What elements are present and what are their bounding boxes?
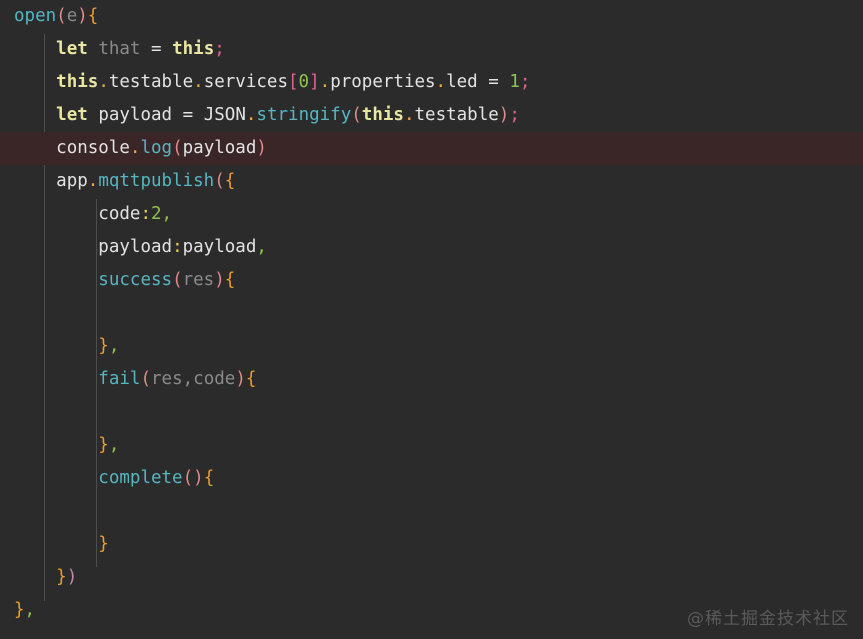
code-line-19[interactable]: },: [0, 594, 863, 627]
code-line-8[interactable]: payload:payload,: [0, 231, 863, 264]
code-line-6[interactable]: app.mqttpublish({: [0, 165, 863, 198]
code-line-17[interactable]: }: [0, 528, 863, 561]
code-line-13-empty[interactable]: [0, 396, 863, 429]
code-line-9[interactable]: success(res){: [0, 264, 863, 297]
code-line-5-highlighted[interactable]: console.log(payload): [0, 132, 863, 165]
code-line-7[interactable]: code:2,: [0, 198, 863, 231]
code-line-16-empty[interactable]: [0, 495, 863, 528]
code-line-15[interactable]: complete(){: [0, 462, 863, 495]
code-line-10-empty[interactable]: [0, 297, 863, 330]
code-line-3[interactable]: this.testable.services[0].properties.led…: [0, 66, 863, 99]
code-editor[interactable]: open(e){open(e){ let that = this; this.t…: [0, 0, 863, 639]
code-line-18[interactable]: }): [0, 561, 863, 594]
code-line-11[interactable]: },: [0, 330, 863, 363]
code-content[interactable]: open(e){open(e){ let that = this; this.t…: [0, 0, 863, 639]
code-line-2[interactable]: let that = this;: [0, 33, 863, 66]
code-line-4[interactable]: let payload = JSON.stringify(this.testab…: [0, 99, 863, 132]
code-line-1[interactable]: open(e){open(e){: [0, 0, 863, 33]
code-line-12[interactable]: fail(res,code){: [0, 363, 863, 396]
code-line-14[interactable]: },: [0, 429, 863, 462]
